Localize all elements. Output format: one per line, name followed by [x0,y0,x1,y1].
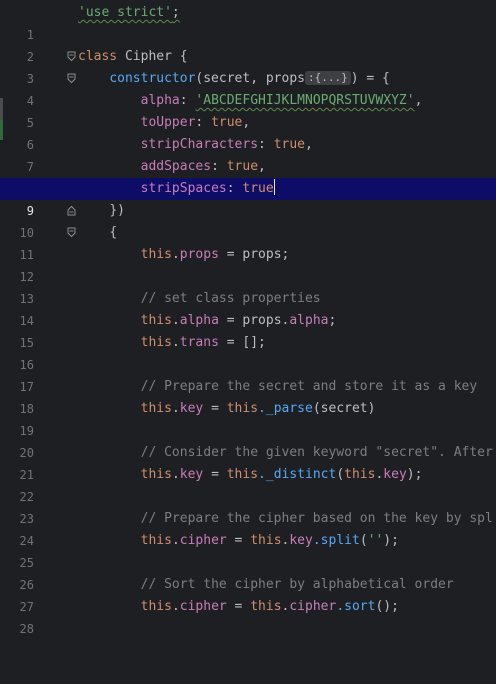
code-line[interactable]: 20 [0,420,496,460]
code-line[interactable]: 14 // set class properties [0,288,496,328]
code-comment: // Prepare the secret and store it as a … [140,379,478,394]
fold-toggle-icon[interactable] [66,51,77,62]
line-number: 28 [19,622,34,636]
function-name: constructor [109,71,196,86]
keyword: class [78,49,118,64]
code-line[interactable]: 18 // Prepare the secret and store it as… [0,376,496,416]
code-line[interactable]: 22 this.key = this._distinct(this.key); [0,464,496,504]
code-line[interactable]: 11 { [0,222,496,262]
code-line[interactable]: 21 // Consider the given keyword "secret… [0,442,496,482]
code-line[interactable]: 4 constructor(secret, props:{...}) = { [0,68,496,108]
code-line[interactable]: 17 [0,354,496,394]
code-line[interactable]: 12 this.props = props; [0,244,496,284]
code-line[interactable]: 23 [0,486,496,526]
text-caret [273,179,275,195]
code-line[interactable]: 28 this.cipher = this.cipher.sort(); [0,596,496,636]
code-line[interactable]: 13 [0,266,496,306]
code-comment: // Sort the cipher by alphabetical order [140,577,454,592]
code-line[interactable]: 1 'use strict'; [0,2,496,42]
code-comment: // Consider the given keyword "secret". … [140,445,493,460]
code-line[interactable]: 8 addSpaces: true, [0,156,496,196]
code-line[interactable]: 19 this.key = this._parse(secret) [0,398,496,438]
code-line[interactable]: 7 stripCharacters: true, [0,134,496,174]
string-literal: 'use strict' [78,5,172,20]
code-line[interactable]: 2 [0,24,496,64]
fold-toggle-icon[interactable] [66,73,77,84]
folded-code-chip[interactable]: :{...} [304,71,351,85]
code-line[interactable]: 6 toUpper: true, [0,112,496,152]
code-line[interactable]: 5 alpha: 'ABCDEFGHIJKLMNOPQRSTUVWXYZ', [0,90,496,130]
code-comment: // Prepare the cipher based on the key b… [140,511,493,526]
code-line[interactable]: 15 this.alpha = props.alpha; [0,310,496,350]
code-line[interactable]: 10 }) [0,200,496,240]
code-line[interactable]: 24 // Prepare the cipher based on the ke… [0,508,496,548]
fold-toggle-icon[interactable] [66,205,77,216]
code-comment: // set class properties [140,291,321,306]
code-editor[interactable]: 1 'use strict'; 2 3 class Cipher { 4 con… [0,0,496,636]
string-literal: 'ABCDEFGHIJKLMNOPQRSTUVWXYZ' [195,93,415,108]
code-line[interactable]: 26 [0,552,496,592]
code-line[interactable]: 16 this.trans = []; [0,332,496,372]
code-line[interactable]: 27 // Sort the cipher by alphabetical or… [0,574,496,614]
current-code-line[interactable]: 9 stripSpaces: true [0,178,496,218]
code-line[interactable]: 25 this.cipher = this.key.split(''); [0,530,496,570]
fold-toggle-icon[interactable] [66,227,77,238]
code-line[interactable]: 3 class Cipher { [0,46,496,86]
